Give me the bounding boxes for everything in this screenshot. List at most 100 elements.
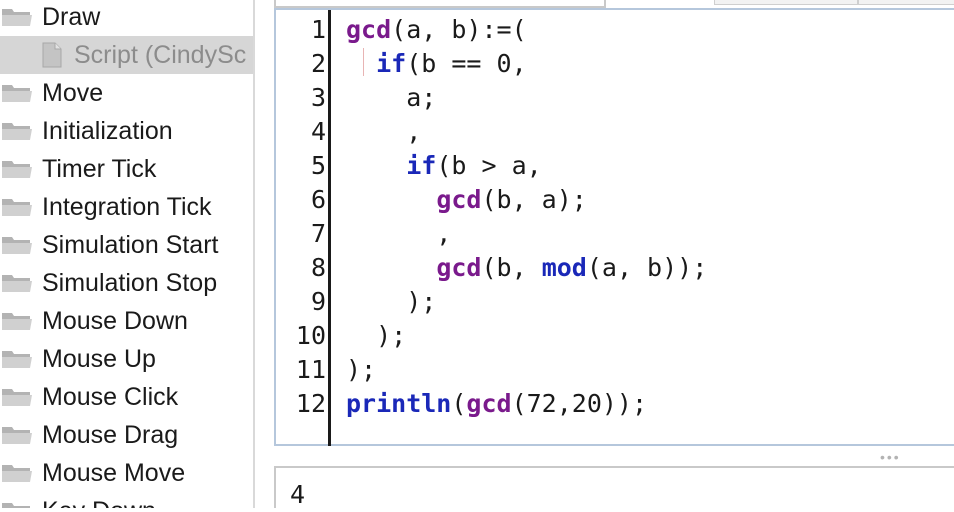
folder-icon — [0, 272, 42, 294]
sidebar-item-label: Script (CindySc — [74, 40, 247, 69]
function-token: gcd — [436, 185, 482, 214]
code-token: (b == 0, — [406, 49, 527, 78]
line-number: 7 — [310, 219, 326, 248]
script-tree: Draw Script (CindySc Move Initialization Tim… — [0, 0, 253, 508]
keyword-token: mod — [541, 253, 587, 282]
gutter-separator — [328, 10, 331, 446]
console-output: 4 — [290, 480, 306, 509]
sidebar-item[interactable]: Initialization — [0, 112, 253, 150]
code-token: , — [346, 117, 422, 146]
line-number: 11 — [295, 355, 326, 384]
code-line: gcd(b, mod(a, b)); — [346, 251, 707, 285]
line-number: 12 — [295, 389, 326, 418]
sidebar-item-label: Timer Tick — [42, 154, 157, 183]
code-token: (72,20)); — [511, 389, 648, 418]
line-number: 5 — [310, 151, 326, 180]
code-line: if(b > a, — [346, 149, 542, 183]
sidebar-item-label: Key Down — [42, 497, 156, 509]
line-number: 1 — [310, 15, 326, 44]
sidebar-item[interactable]: Script (CindySc — [0, 36, 253, 74]
sidebar-item-label: Mouse Move — [42, 458, 186, 487]
folder-icon — [0, 462, 42, 484]
folder-icon — [0, 120, 42, 142]
splitter-handle-icon[interactable]: ••• — [880, 450, 910, 464]
sidebar-item[interactable]: Key Down — [0, 492, 253, 508]
code-token: (a, b):=( — [391, 15, 527, 44]
code-token: (b > a, — [436, 151, 542, 180]
tab-button[interactable] — [858, 0, 954, 5]
console-panel[interactable]: 4 — [274, 466, 954, 509]
folder-icon — [0, 424, 42, 446]
code-token: , — [346, 219, 452, 248]
folder-icon — [0, 310, 42, 332]
sidebar-item-label: Move — [42, 78, 104, 107]
folder-icon — [0, 234, 42, 256]
code-line: gcd(a, b):=( — [346, 13, 527, 47]
tab-button[interactable] — [714, 0, 858, 5]
sidebar-item[interactable]: Mouse Click — [0, 378, 253, 416]
line-number: 10 — [295, 321, 326, 350]
sidebar-item-label: Mouse Click — [42, 382, 179, 411]
sidebar-item-label: Simulation Stop — [42, 268, 218, 297]
sidebar-item-label: Simulation Start — [42, 230, 219, 259]
function-token: gcd — [346, 15, 392, 44]
document-icon — [0, 42, 74, 68]
code-token: ); — [346, 287, 437, 316]
editor-tab[interactable] — [274, 0, 606, 8]
code-token: ); — [346, 355, 377, 384]
sidebar-item[interactable]: Mouse Move — [0, 454, 253, 492]
line-number: 2 — [310, 49, 326, 78]
code-editor[interactable]: 1 2 3 4 5 6 7 8 9 10 11 12 gcd(a, b):=( if(b == 0, … — [274, 8, 954, 446]
folder-icon — [0, 348, 42, 370]
sidebar-item[interactable]: Mouse Drag — [0, 416, 253, 454]
sidebar-item-label: Mouse Up — [42, 344, 156, 373]
sidebar-item-label: Mouse Down — [42, 306, 188, 335]
sidebar-divider[interactable] — [253, 0, 255, 508]
sidebar-item[interactable]: Draw — [0, 0, 253, 36]
sidebar-item-label: Initialization — [42, 116, 173, 145]
line-number: 9 — [310, 287, 326, 316]
keyword-token: if — [376, 49, 407, 78]
sidebar-item[interactable]: Timer Tick — [0, 150, 253, 188]
code-line: ); — [346, 285, 436, 319]
sidebar-item-label: Mouse Drag — [42, 420, 179, 449]
code-line: if(b == 0, — [346, 47, 527, 81]
keyword-token: if — [406, 151, 437, 180]
code-token: (b, — [481, 253, 542, 282]
folder-icon — [0, 386, 42, 408]
sidebar-item-label: Draw — [42, 2, 101, 31]
sidebar-item[interactable]: Simulation Stop — [0, 264, 253, 302]
sidebar-item[interactable]: Integration Tick — [0, 188, 253, 226]
code-line: println(gcd(72,20)); — [346, 387, 647, 421]
code-line: a; — [346, 81, 436, 115]
folder-icon — [0, 500, 42, 508]
folder-icon — [0, 82, 42, 104]
sidebar-item[interactable]: Simulation Start — [0, 226, 253, 264]
line-number: 8 — [310, 253, 326, 282]
code-token: (a, b)); — [586, 253, 708, 282]
function-token: gcd — [466, 389, 512, 418]
line-number: 6 — [310, 185, 326, 214]
folder-icon — [0, 6, 42, 28]
keyword-token: println — [346, 389, 452, 418]
function-token: gcd — [436, 253, 482, 282]
sidebar-item[interactable]: Mouse Up — [0, 340, 253, 378]
line-number: 4 — [310, 117, 326, 146]
code-line: ); — [346, 353, 376, 387]
code-token: a; — [346, 83, 437, 112]
code-line: ); — [346, 319, 406, 353]
sidebar-item-label: Integration Tick — [42, 192, 212, 221]
sidebar-item[interactable]: Move — [0, 74, 253, 112]
line-number: 3 — [310, 83, 326, 112]
code-token: (b, a); — [481, 185, 587, 214]
code-token: ); — [346, 321, 407, 350]
code-token: ( — [451, 389, 467, 418]
code-line: , — [346, 115, 421, 149]
folder-icon — [0, 158, 42, 180]
sidebar-item[interactable]: Mouse Down — [0, 302, 253, 340]
folder-icon — [0, 196, 42, 218]
